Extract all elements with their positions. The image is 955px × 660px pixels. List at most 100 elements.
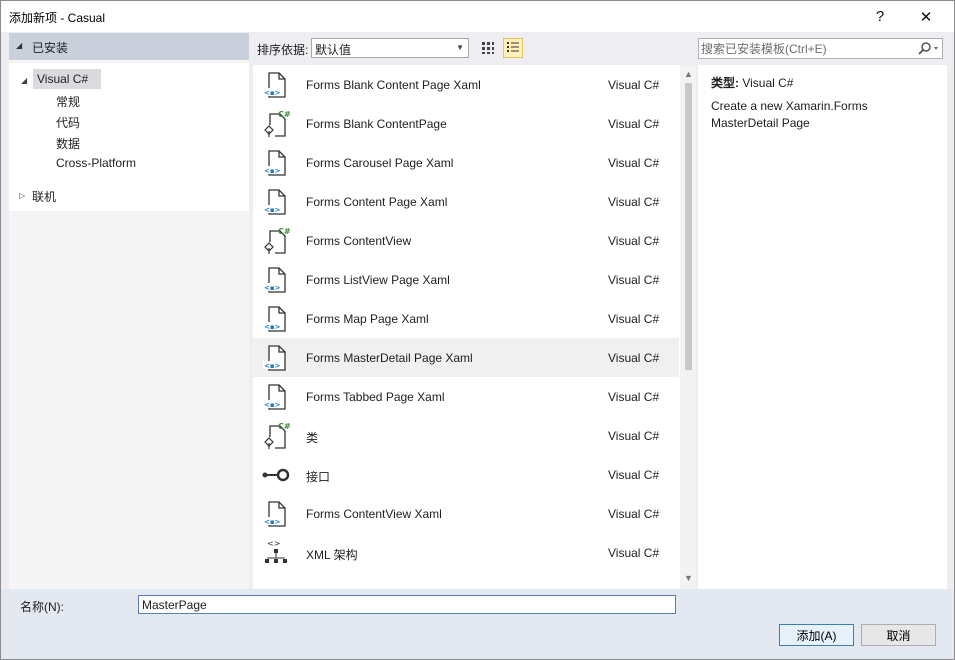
tree-node-online[interactable]: 联机: [32, 188, 56, 205]
expand-arrow-icon[interactable]: ◢: [21, 76, 27, 85]
template-name: XML 架构: [306, 548, 358, 562]
add-new-item-dialog: 添加新项 - Casual ? ✕ ◢ 已安装 ◢ Visual C# 常规 代…: [0, 0, 955, 660]
sort-value: 默认值: [315, 43, 352, 57]
grid-view-icon: [482, 42, 494, 54]
close-button[interactable]: ✕: [903, 1, 949, 32]
search-input[interactable]: [701, 40, 901, 57]
template-name: Forms Carousel Page Xaml: [306, 156, 454, 170]
template-type: Visual C#: [608, 117, 660, 131]
add-button[interactable]: 添加(A): [779, 624, 854, 646]
template-type: Visual C#: [608, 234, 660, 248]
list-view-button[interactable]: [503, 38, 523, 58]
tree-node-cross-platform[interactable]: Cross-Platform: [56, 156, 136, 170]
grid-view-button[interactable]: [478, 38, 498, 58]
template-type: Visual C#: [608, 195, 660, 209]
svg-text:C#: C#: [278, 110, 291, 119]
csharp-file-icon: C#: [261, 421, 291, 451]
title-bar: 添加新项 - Casual ? ✕: [1, 1, 954, 32]
template-list-item[interactable]: C# Forms Blank ContentPage Visual C#: [253, 104, 679, 143]
svg-text:C#: C#: [278, 227, 291, 236]
template-type: Visual C#: [608, 78, 660, 92]
detail-type-value: Visual C#: [742, 76, 794, 90]
svg-text:<▪>: <▪>: [264, 89, 281, 97]
window-title: 添加新项 - Casual: [9, 11, 106, 25]
xaml-file-icon: <▪>: [261, 304, 291, 334]
template-list-item[interactable]: <▪> Forms Map Page Xaml Visual C#: [253, 299, 679, 338]
search-icon: [918, 42, 938, 55]
tree-node-data[interactable]: 数据: [56, 135, 80, 152]
template-name: Forms ListView Page Xaml: [306, 273, 450, 287]
list-view-icon: [507, 42, 519, 52]
template-list-item[interactable]: <▪> Forms Content Page Xaml Visual C#: [253, 182, 679, 221]
sort-label: 排序依据:: [257, 43, 309, 57]
expand-arrow-icon[interactable]: ▷: [19, 191, 25, 200]
template-search-box[interactable]: [698, 38, 943, 59]
xaml-file-icon: <▪>: [261, 187, 291, 217]
template-name: Forms Map Page Xaml: [306, 312, 429, 326]
template-type: Visual C#: [608, 273, 660, 287]
category-tree-panel: ◢ 已安装 ◢ Visual C# 常规 代码 数据 Cross-Platfor…: [9, 33, 249, 589]
template-type: Visual C#: [608, 312, 660, 326]
svg-text:<>: <>: [267, 539, 280, 548]
svg-text:<▪>: <▪>: [264, 167, 281, 175]
name-label: 名称(N):: [20, 600, 64, 614]
svg-text:<▪>: <▪>: [264, 206, 281, 214]
template-list-item[interactable]: C# Forms ContentView Visual C#: [253, 221, 679, 260]
xaml-file-icon: <▪>: [261, 265, 291, 295]
template-list-item[interactable]: <▪> Forms ListView Page Xaml Visual C#: [253, 260, 679, 299]
name-field[interactable]: [138, 595, 676, 614]
tree-node-general[interactable]: 常规: [56, 93, 80, 110]
template-name: Forms MasterDetail Page Xaml: [306, 351, 473, 365]
svg-text:<▪>: <▪>: [264, 401, 281, 409]
tree-node-code[interactable]: 代码: [56, 114, 80, 131]
help-button[interactable]: ?: [857, 1, 903, 32]
template-type: Visual C#: [608, 546, 660, 560]
template-list-item[interactable]: <▪> Forms MasterDetail Page Xaml Visual C#: [253, 338, 679, 377]
template-name: Forms ContentView: [306, 234, 412, 248]
template-type: Visual C#: [608, 351, 660, 365]
search-options-button[interactable]: [915, 41, 941, 56]
template-list-item[interactable]: C# 类 Visual C#: [253, 416, 679, 455]
template-list-item[interactable]: <▪> Forms Blank Content Page Xaml Visual C…: [253, 65, 679, 104]
template-type: Visual C#: [608, 429, 660, 443]
cancel-button[interactable]: 取消: [861, 624, 936, 646]
installed-label: 已安装: [32, 41, 69, 55]
scrollbar-thumb[interactable]: [685, 83, 692, 370]
detail-description: Create a new Xamarin.Forms MasterDetail …: [711, 99, 868, 130]
template-list: <▪> Forms Blank Content Page Xaml Visual C…: [253, 65, 696, 589]
csharp-file-icon: C#: [261, 226, 291, 256]
svg-text:C#: C#: [278, 422, 291, 431]
tree-node-installed[interactable]: ◢ 已安装: [9, 33, 249, 60]
tree-node-visual-csharp[interactable]: Visual C#: [37, 72, 88, 86]
svg-text:<▪>: <▪>: [264, 284, 281, 292]
bottom-bar: 名称(N): 添加(A) 取消: [1, 589, 954, 659]
template-name: Forms Blank Content Page Xaml: [306, 78, 481, 92]
template-name: Forms Tabbed Page Xaml: [306, 390, 445, 404]
template-list-item[interactable]: <▪> Forms Carousel Page Xaml Visual C#: [253, 143, 679, 182]
template-type: Visual C#: [608, 156, 660, 170]
list-scrollbar[interactable]: ▲ ▼: [680, 65, 696, 589]
xaml-file-icon: <▪>: [261, 70, 291, 100]
xaml-file-icon: <▪>: [261, 148, 291, 178]
template-type: Visual C#: [608, 390, 660, 404]
xaml-file-icon: <▪>: [261, 382, 291, 412]
template-toolbar: 排序依据: 默认值 ▼: [253, 38, 693, 60]
sort-dropdown[interactable]: 默认值 ▼: [311, 38, 469, 58]
scroll-down-arrow-icon[interactable]: ▼: [684, 573, 693, 583]
template-list-item[interactable]: 接口 Visual C#: [253, 455, 679, 494]
template-name: Forms Content Page Xaml: [306, 195, 448, 209]
chevron-down-icon: ▼: [456, 43, 464, 52]
xml-schema-icon: <>: [261, 538, 291, 568]
template-details-panel: 类型: Visual C# Create a new Xamarin.Forms…: [698, 65, 947, 589]
template-list-item[interactable]: <> XML 架构 Visual C#: [253, 533, 679, 572]
detail-type: 类型: Visual C#: [711, 74, 793, 91]
xaml-file-icon: <▪>: [261, 499, 291, 529]
svg-text:<▪>: <▪>: [264, 518, 281, 526]
detail-type-label: 类型:: [711, 76, 739, 90]
collapse-arrow-icon[interactable]: ◢: [16, 41, 22, 50]
template-list-item[interactable]: <▪> Forms Tabbed Page Xaml Visual C#: [253, 377, 679, 416]
template-type: Visual C#: [608, 507, 660, 521]
xaml-file-icon: <▪>: [261, 343, 291, 373]
scroll-up-arrow-icon[interactable]: ▲: [684, 69, 693, 79]
template-list-item[interactable]: <▪> Forms ContentView Xaml Visual C#: [253, 494, 679, 533]
